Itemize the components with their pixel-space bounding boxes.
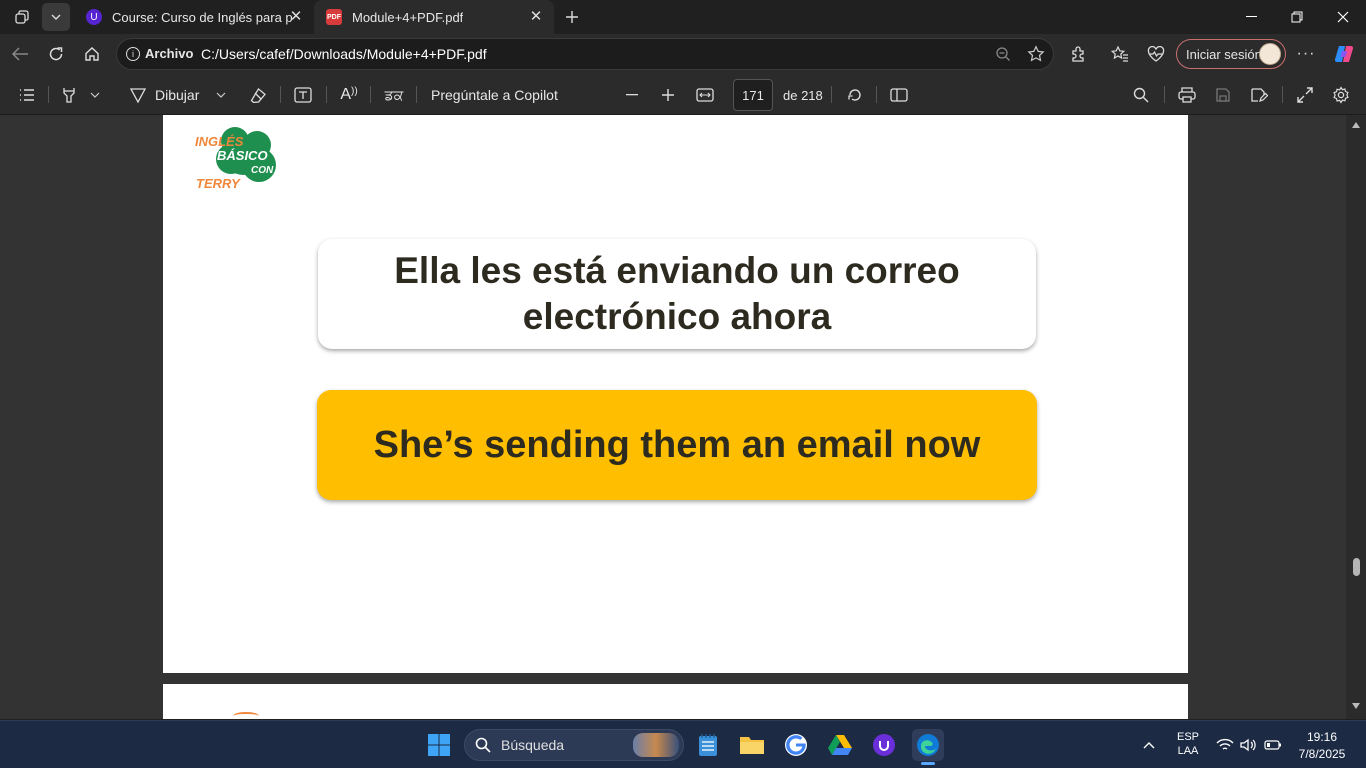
tab-strip: U Course: Curso de Inglés para princ ✕ P… <box>0 0 1366 34</box>
more-options-icon[interactable]: ··· <box>1290 38 1322 70</box>
new-tab-icon[interactable] <box>558 3 586 31</box>
clock-date: 7/8/2025 <box>1298 747 1346 761</box>
scroll-thumb[interactable] <box>1353 558 1360 576</box>
copilot-icon[interactable] <box>1328 38 1360 70</box>
search-icon[interactable] <box>1128 82 1154 108</box>
english-sentence-card: She’s sending them an email now <box>317 390 1037 500</box>
next-page-logo-fragment <box>233 712 259 719</box>
ingles-basico-logo: INGLÉS BÁSICO CON TERRY <box>193 123 287 193</box>
language-code: ESP <box>1176 731 1199 743</box>
refresh-icon[interactable] <box>40 38 72 70</box>
highlight-icon[interactable] <box>56 82 82 108</box>
ask-copilot-button[interactable]: Pregúntale a Copilot <box>431 82 558 108</box>
draw-icon[interactable] <box>124 82 152 108</box>
search-placeholder: Búsqueda <box>501 737 565 753</box>
wifi-icon[interactable] <box>1212 729 1238 761</box>
zoom-out-icon[interactable] <box>995 46 1011 67</box>
search-highlight-image <box>633 733 679 757</box>
taskbar-search-box[interactable]: Búsqueda <box>464 729 684 761</box>
battery-icon[interactable] <box>1260 729 1286 761</box>
fullscreen-icon[interactable] <box>1292 82 1318 108</box>
google-chrome-icon[interactable] <box>780 729 812 761</box>
spanish-sentence-card: Ella les está enviando un correo electró… <box>318 239 1036 349</box>
keyboard-layout: LAA <box>1177 745 1199 757</box>
signin-label: Iniciar sesión <box>1186 46 1262 62</box>
page-number-input[interactable]: 171 <box>733 79 773 111</box>
back-icon[interactable] <box>4 38 36 70</box>
avatar <box>1259 43 1281 65</box>
zoom-in-icon[interactable] <box>656 82 680 108</box>
file-explorer-icon[interactable] <box>736 729 768 761</box>
highlight-chevron-icon[interactable] <box>86 82 104 108</box>
scroll-down-arrow-icon[interactable] <box>1352 703 1360 709</box>
volume-icon[interactable] <box>1236 729 1260 761</box>
next-pdf-page <box>163 684 1188 719</box>
save-as-icon[interactable] <box>1246 82 1272 108</box>
tab-title: Course: Curso de Inglés para princ <box>112 9 292 25</box>
browser-essentials-icon[interactable] <box>1140 38 1172 70</box>
home-icon[interactable] <box>76 38 108 70</box>
close-tab-icon[interactable]: ✕ <box>288 9 304 25</box>
pdf-viewer[interactable]: INGLÉS BÁSICO CON TERRY Ella les está en… <box>0 115 1366 719</box>
read-aloud-icon[interactable]: A)) <box>336 82 362 108</box>
signin-button[interactable]: Iniciar sesión <box>1176 39 1286 69</box>
logo-text-terry: TERRY <box>196 176 240 191</box>
udemy-icon: U <box>86 9 102 25</box>
address-bar-row: i Archivo C:/Users/cafef/Downloads/Modul… <box>0 34 1366 74</box>
eraser-icon[interactable] <box>244 82 272 108</box>
logo-text-basico: BÁSICO <box>217 148 268 163</box>
draw-chevron-icon[interactable] <box>212 82 230 108</box>
vertical-scrollbar[interactable] <box>1346 115 1366 719</box>
active-app-indicator <box>921 762 935 765</box>
input-language-indicator[interactable]: ESP LAA <box>1172 731 1204 757</box>
tab-title: Module+4+PDF.pdf <box>352 9 464 25</box>
clock[interactable]: 19:16 7/8/2025 <box>1292 730 1352 761</box>
show-hidden-icons-chevron-icon[interactable] <box>1134 729 1164 761</box>
favorites-icon[interactable] <box>1104 38 1136 70</box>
logo-text-ingles: INGLÉS <box>195 134 244 149</box>
windows-taskbar: Búsqueda ESP LAA 19:16 7/8/2025 <box>0 720 1366 768</box>
info-icon[interactable]: i <box>126 47 140 61</box>
udemy-app-icon[interactable] <box>868 729 900 761</box>
rotate-icon[interactable] <box>842 82 868 108</box>
notepad-icon[interactable] <box>692 729 724 761</box>
omnibox[interactable]: i Archivo C:/Users/cafef/Downloads/Modul… <box>116 38 1054 70</box>
save-icon[interactable] <box>1210 82 1236 108</box>
search-icon <box>475 737 491 756</box>
logo-text-con: CON <box>251 165 274 176</box>
pdf-icon: PDF <box>326 9 342 25</box>
security-chip[interactable]: Archivo <box>145 46 193 61</box>
page-view-icon[interactable] <box>886 82 912 108</box>
restore-icon[interactable] <box>1274 0 1320 34</box>
tab-pdf-module[interactable]: PDF Module+4+PDF.pdf ✕ <box>314 0 554 34</box>
text-box-icon[interactable] <box>290 82 316 108</box>
start-windows-icon[interactable] <box>423 729 455 761</box>
zoom-out-icon[interactable] <box>620 82 644 108</box>
page-total: de 218 <box>783 87 823 103</box>
translate-icon[interactable]: ਡਕ <box>380 82 408 108</box>
microsoft-edge-icon[interactable] <box>912 729 944 765</box>
print-icon[interactable] <box>1174 82 1200 108</box>
workspaces-icon[interactable] <box>8 3 36 31</box>
fit-page-icon[interactable] <box>692 82 718 108</box>
favorite-star-icon[interactable] <box>1027 45 1045 68</box>
scroll-up-arrow-icon[interactable] <box>1352 122 1360 128</box>
tab-udemy-course[interactable]: U Course: Curso de Inglés para princ ✕ <box>74 0 314 34</box>
close-window-icon[interactable] <box>1320 0 1366 34</box>
settings-gear-icon[interactable] <box>1328 82 1354 108</box>
minimize-icon[interactable] <box>1228 0 1274 34</box>
google-drive-icon[interactable] <box>824 729 856 761</box>
tab-actions-chevron-icon[interactable] <box>42 3 70 31</box>
close-tab-icon[interactable]: ✕ <box>528 9 544 25</box>
draw-label[interactable]: Dibujar <box>155 82 199 108</box>
url-text[interactable]: C:/Users/cafef/Downloads/Module+4+PDF.pd… <box>201 46 487 62</box>
contents-icon[interactable] <box>14 82 40 108</box>
extensions-icon[interactable] <box>1063 38 1095 70</box>
pdf-toolbar: Dibujar A)) ਡਕ Pregúntale a Copilot 171 … <box>0 74 1366 115</box>
clock-time: 19:16 <box>1306 730 1338 744</box>
